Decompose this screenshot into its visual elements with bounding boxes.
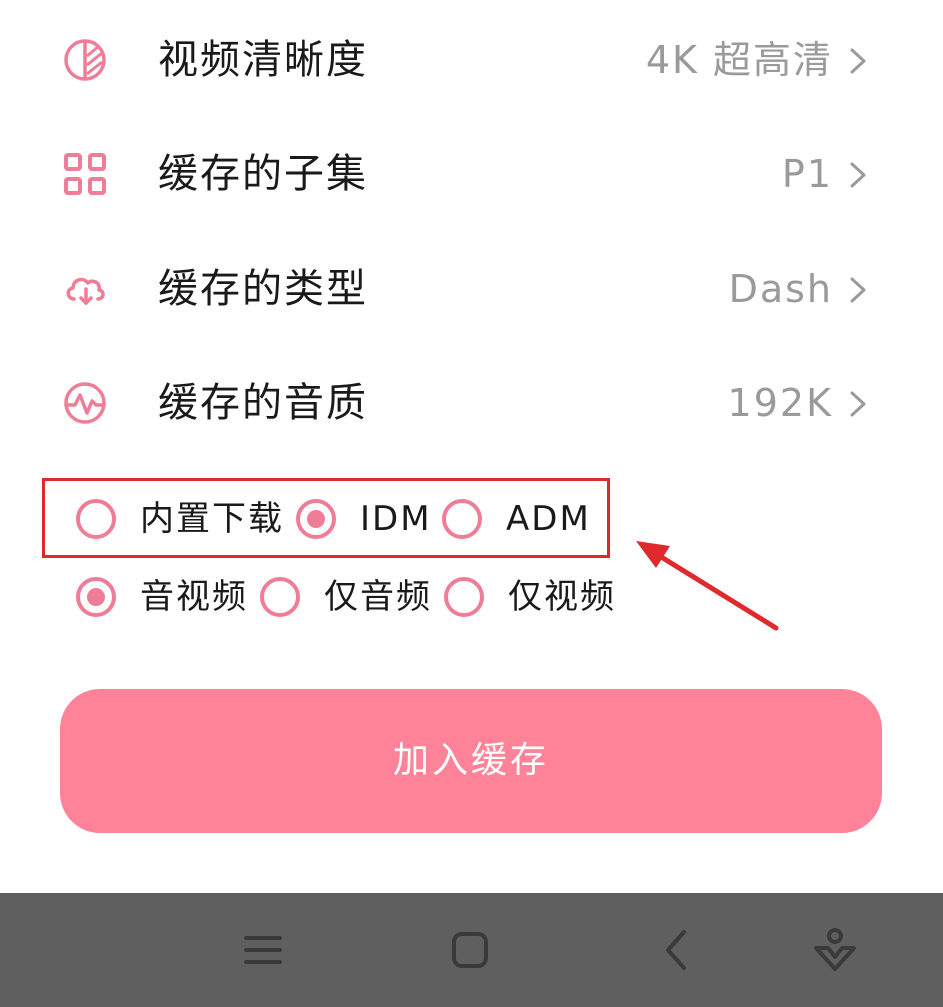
media-type-radio-group: 音视频 仅音频 仅视频 [0,570,943,630]
back-icon[interactable] [650,923,704,977]
chevron-right-icon [847,160,869,190]
setting-label: 缓存的子集 [158,151,368,197]
setting-row-subset[interactable]: 缓存的子集 P1 [0,124,943,224]
grid-icon [61,150,109,198]
setting-row-video-quality[interactable]: 视频清晰度 4K 超高清 [0,10,943,110]
menu-icon[interactable] [236,923,290,977]
setting-value: P1 [781,152,833,196]
setting-row-audio-quality[interactable]: 缓存的音质 192K [0,353,943,453]
annotation-arrow-icon [636,541,779,631]
setting-value: Dash [728,267,833,311]
cloud-download-icon [61,265,109,313]
chevron-right-icon [847,46,869,76]
audio-wave-icon [61,379,109,427]
chevron-right-icon [847,275,869,305]
setting-value: 192K [727,381,833,425]
setting-label: 视频清晰度 [158,37,368,83]
contrast-icon [61,36,109,84]
home-icon[interactable] [443,923,497,977]
setting-row-cache-type[interactable]: 缓存的类型 Dash [0,239,943,339]
setting-label: 缓存的类型 [158,266,368,312]
add-to-cache-button[interactable]: 加入缓存 [60,689,882,833]
setting-value: 4K 超高清 [645,38,833,82]
setting-label: 缓存的音质 [158,380,368,426]
radio-button-selected[interactable] [76,577,116,617]
system-nav-bar [0,893,943,1007]
chevron-right-icon [847,389,869,419]
radio-label: 仅音频 [324,577,432,617]
radio-label: 音视频 [140,577,248,617]
assistant-icon[interactable] [808,923,862,977]
radio-button[interactable] [260,577,300,617]
radio-button[interactable] [444,577,484,617]
annotation-highlight-box [42,478,610,558]
